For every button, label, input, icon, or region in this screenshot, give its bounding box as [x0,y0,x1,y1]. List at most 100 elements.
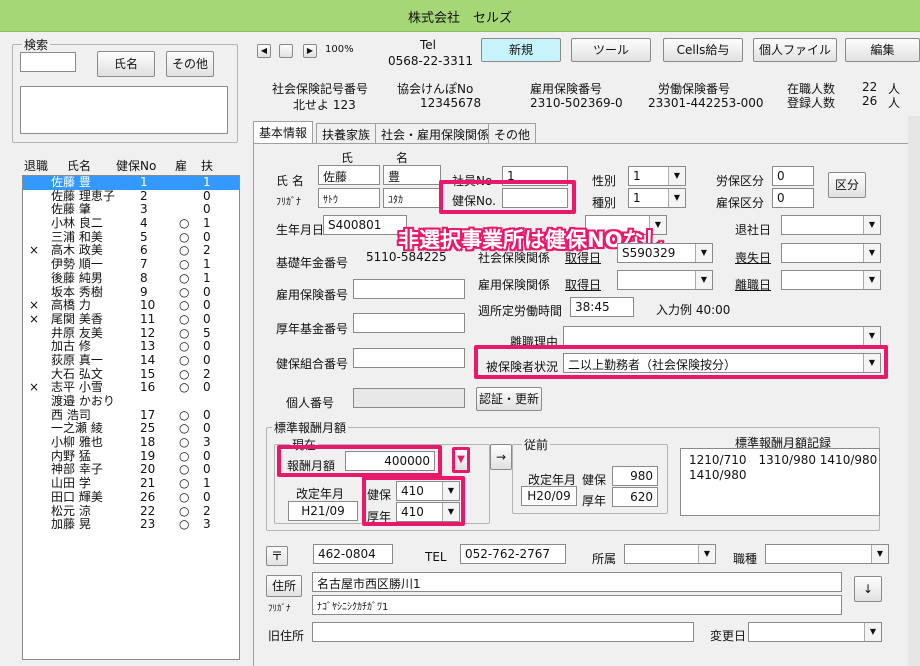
koho-field[interactable]: 0 [772,188,814,208]
soushitsu-select[interactable]: ▼ [781,243,881,263]
toroku-value: 26 [862,94,878,108]
address-kana-field[interactable]: ﾅｺﾞﾔｼﾆｼｸｶﾁｶﾞﾜ1 [312,595,842,615]
birth-field[interactable]: S400801 [323,215,407,235]
kenpo-no: 1 [140,175,148,189]
prev-konen-field[interactable]: 620 [612,487,658,507]
list-item[interactable]: × 高橋 力 10 ○ 0 [23,298,239,313]
address-button[interactable]: 住所 [266,575,302,597]
first-kana-field[interactable]: ﾕﾀｶ [383,188,441,208]
list-item[interactable]: 田口 輝美 26 ○ 0 [23,489,239,505]
old-address-label: 旧住所 [268,629,305,643]
weekly-hours-field[interactable]: 38:45 [570,297,634,317]
taisha-select[interactable]: ▼ [781,215,881,235]
type-select[interactable]: 1 ▼ [628,188,686,208]
list-item[interactable]: × 尾関 美香 11 ○ 0 [23,312,239,327]
dependent-count: 2 [203,366,211,381]
shokushu-select[interactable]: ▼ [765,544,889,564]
list-item[interactable]: 加古 修 13 ○ 0 [23,340,239,354]
search-other-button[interactable]: その他 [166,51,214,77]
kojin-field[interactable] [353,388,465,408]
slider-handle[interactable] [279,44,293,58]
rishoku-select[interactable]: ▼ [781,270,881,290]
list-item[interactable]: 佐藤 肇30 [23,203,239,217]
address-field[interactable]: 名古屋市西区勝川1 [312,572,842,592]
search-input[interactable] [20,52,76,72]
search-text-area[interactable] [20,86,228,134]
shaho-value: 北せよ 123 [293,98,356,112]
right-scrollbar[interactable] [908,116,920,666]
kenpo-no: 19 [140,448,156,463]
gender-select[interactable]: 1 ▼ [628,166,686,186]
search-name-button[interactable]: 氏名 [97,51,155,77]
list-item[interactable]: 松元 涼 22 ○ 2 [23,503,239,519]
last-name-field[interactable]: 佐藤 [318,165,380,185]
shutoku-link[interactable]: 取得日 [565,249,601,266]
dependent-count: 2 [203,243,211,258]
personal-file-button[interactable]: 個人ファイル [753,38,837,62]
old-address-field[interactable] [312,622,694,642]
employment-mark: ○ [179,380,190,395]
rouho-field[interactable]: 0 [772,166,814,186]
tab-other[interactable]: その他 [488,123,537,143]
employment-mark: ○ [179,366,190,381]
tab-dependents[interactable]: 扶養家族 [316,123,377,143]
kumiai-label: 健保組合番号 [276,357,349,371]
list-item[interactable]: 加藤 晃 23 ○ 3 [23,517,239,532]
copy-arrow-button[interactable]: → [490,444,512,470]
shutoku-select[interactable]: S590329 ▼ [617,243,713,263]
riyu-select[interactable]: ▼ [563,326,881,346]
list-item[interactable]: 大石 弘文 15 ○ 2 [23,366,239,382]
kikin-field[interactable] [353,313,465,333]
edit-button[interactable]: 編集 [845,38,920,62]
prev-kenpo-field[interactable]: 980 [612,466,658,486]
list-item[interactable]: 渡邉 かおり [23,394,239,409]
gender-label: 性別 [592,174,617,188]
tab-insurance[interactable]: 社会・雇用保険関係 [375,123,496,143]
record-area[interactable]: 1210/710 1310/980 1410/980 1410/980 [680,448,880,516]
kubun-button[interactable]: 区分 [828,172,866,198]
list-item[interactable]: 一之瀬 綾 25 ○ 0 [23,422,239,436]
prev-record-button[interactable]: ◀ [257,44,271,58]
list-item[interactable]: 小林 良二 4 ○ 1 [23,216,239,231]
list-item[interactable]: 山田 学 21 ○ 1 [23,476,239,491]
kumiai-field[interactable] [353,348,465,368]
list-item[interactable]: 後藤 純男 8 ○ 1 [23,270,239,286]
prev-kaitei-field[interactable]: H20/09 [521,486,577,506]
list-item[interactable]: 佐藤 豊 1 1 [23,176,239,190]
tool-button[interactable]: ツール [571,38,651,62]
list-item[interactable]: × 志平 小雪 16 ○ 0 [23,381,239,395]
employment-mark: ○ [179,489,190,504]
kenpo-no: 12 [140,325,156,340]
rishoku-link[interactable]: 離職日 [735,276,771,293]
list-item[interactable]: 荻原 真一 14 ○ 0 [23,353,239,368]
shutoku2-select[interactable]: ▼ [617,270,713,290]
kenpo-no: 10 [140,298,156,313]
employment-mark: ○ [179,270,190,285]
first-name-field[interactable]: 豊 [383,165,441,185]
list-item[interactable]: 小柳 雅也 18 ○ 3 [23,435,239,450]
ninsho-button[interactable]: 認証・更新 [476,387,542,411]
shutoku2-link[interactable]: 取得日 [565,276,601,293]
address-down-button[interactable]: ↓ [854,576,882,602]
zip-button[interactable]: 〒 [266,546,288,566]
henko-select[interactable]: ▼ [748,622,882,642]
list-item[interactable]: 伊勢 順一 7 ○ 1 [23,257,239,272]
tel-field[interactable]: 052-762-2767 [460,544,566,564]
kenpo-no: 17 [140,407,156,422]
soushitsu-link[interactable]: 喪失日 [735,249,771,266]
cells-pay-button[interactable]: Cells給与 [663,38,743,62]
dependent-count: 3 [203,517,211,532]
koyo-no-field[interactable] [353,279,465,299]
shozoku-select[interactable]: ▼ [624,544,716,564]
new-button[interactable]: 新規 [481,38,561,62]
next-record-button[interactable]: ▶ [303,44,317,58]
tab-basic-info[interactable]: 基本情報 [253,121,314,144]
down-arrow-icon[interactable]: ▼ [452,447,470,473]
kenpo-konen-highlight [362,476,465,526]
last-kana-field[interactable]: ｻﾄｳ [318,188,380,208]
employee-name: 松元 涼 [51,503,91,518]
zip-field[interactable]: 462-0804 [313,544,393,564]
employee-list[interactable]: 佐藤 豊 1 1 佐藤 理恵子 2 0 佐藤 肇 3 0 小林 良二 4 ○ 1 三浦 和美 5 ○ 0 × 高木 … [22,175,240,660]
employee-name: 小柳 雅也 [51,435,103,450]
kaitei-field[interactable]: H21/09 [288,501,358,521]
